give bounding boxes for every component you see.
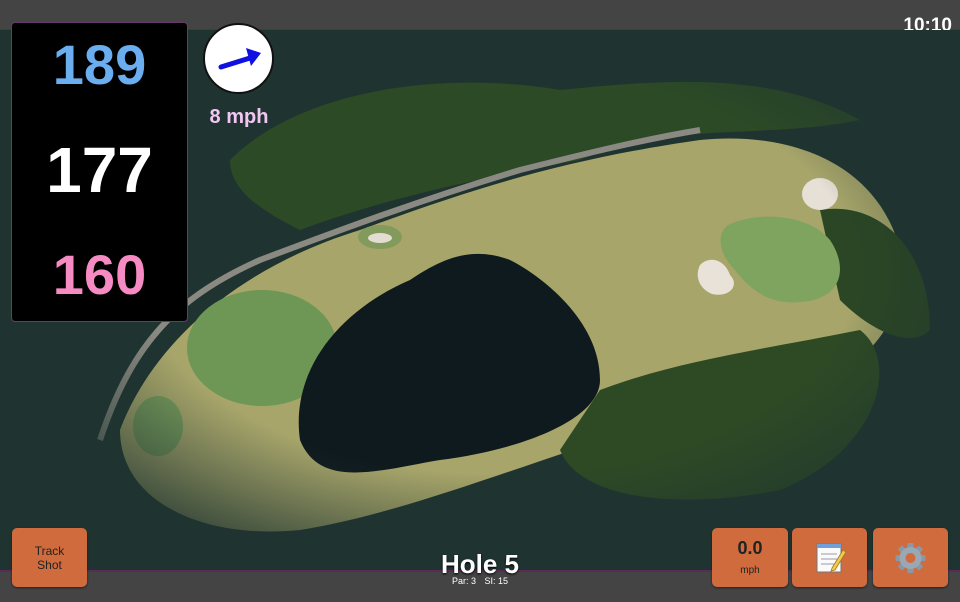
track-shot-button[interactable]: Track Shot bbox=[12, 528, 87, 587]
yardage-panel: 189 177 160 bbox=[11, 22, 188, 322]
wind-speed: 8 mph bbox=[209, 106, 269, 128]
middle-yardage: 177 bbox=[46, 134, 153, 206]
stroke-index-label: SI: 15 bbox=[484, 576, 509, 586]
gear-icon bbox=[895, 543, 926, 573]
front-yardage: 160 bbox=[52, 243, 147, 306]
back-yardage: 189 bbox=[52, 33, 147, 96]
wind-arrow-icon bbox=[218, 48, 261, 70]
settings-button[interactable] bbox=[873, 528, 948, 587]
speed-unit: mph bbox=[740, 565, 760, 576]
notepad-icon bbox=[816, 543, 847, 573]
notes-button[interactable] bbox=[792, 528, 867, 587]
speed-value: 0.0 bbox=[737, 538, 763, 558]
par-label: Par: 3 bbox=[451, 576, 476, 586]
wind-indicator bbox=[203, 23, 274, 94]
hole-info: Par: 3 SI: 15 bbox=[380, 576, 580, 586]
speed-button[interactable]: 0.0 mph bbox=[712, 528, 788, 587]
